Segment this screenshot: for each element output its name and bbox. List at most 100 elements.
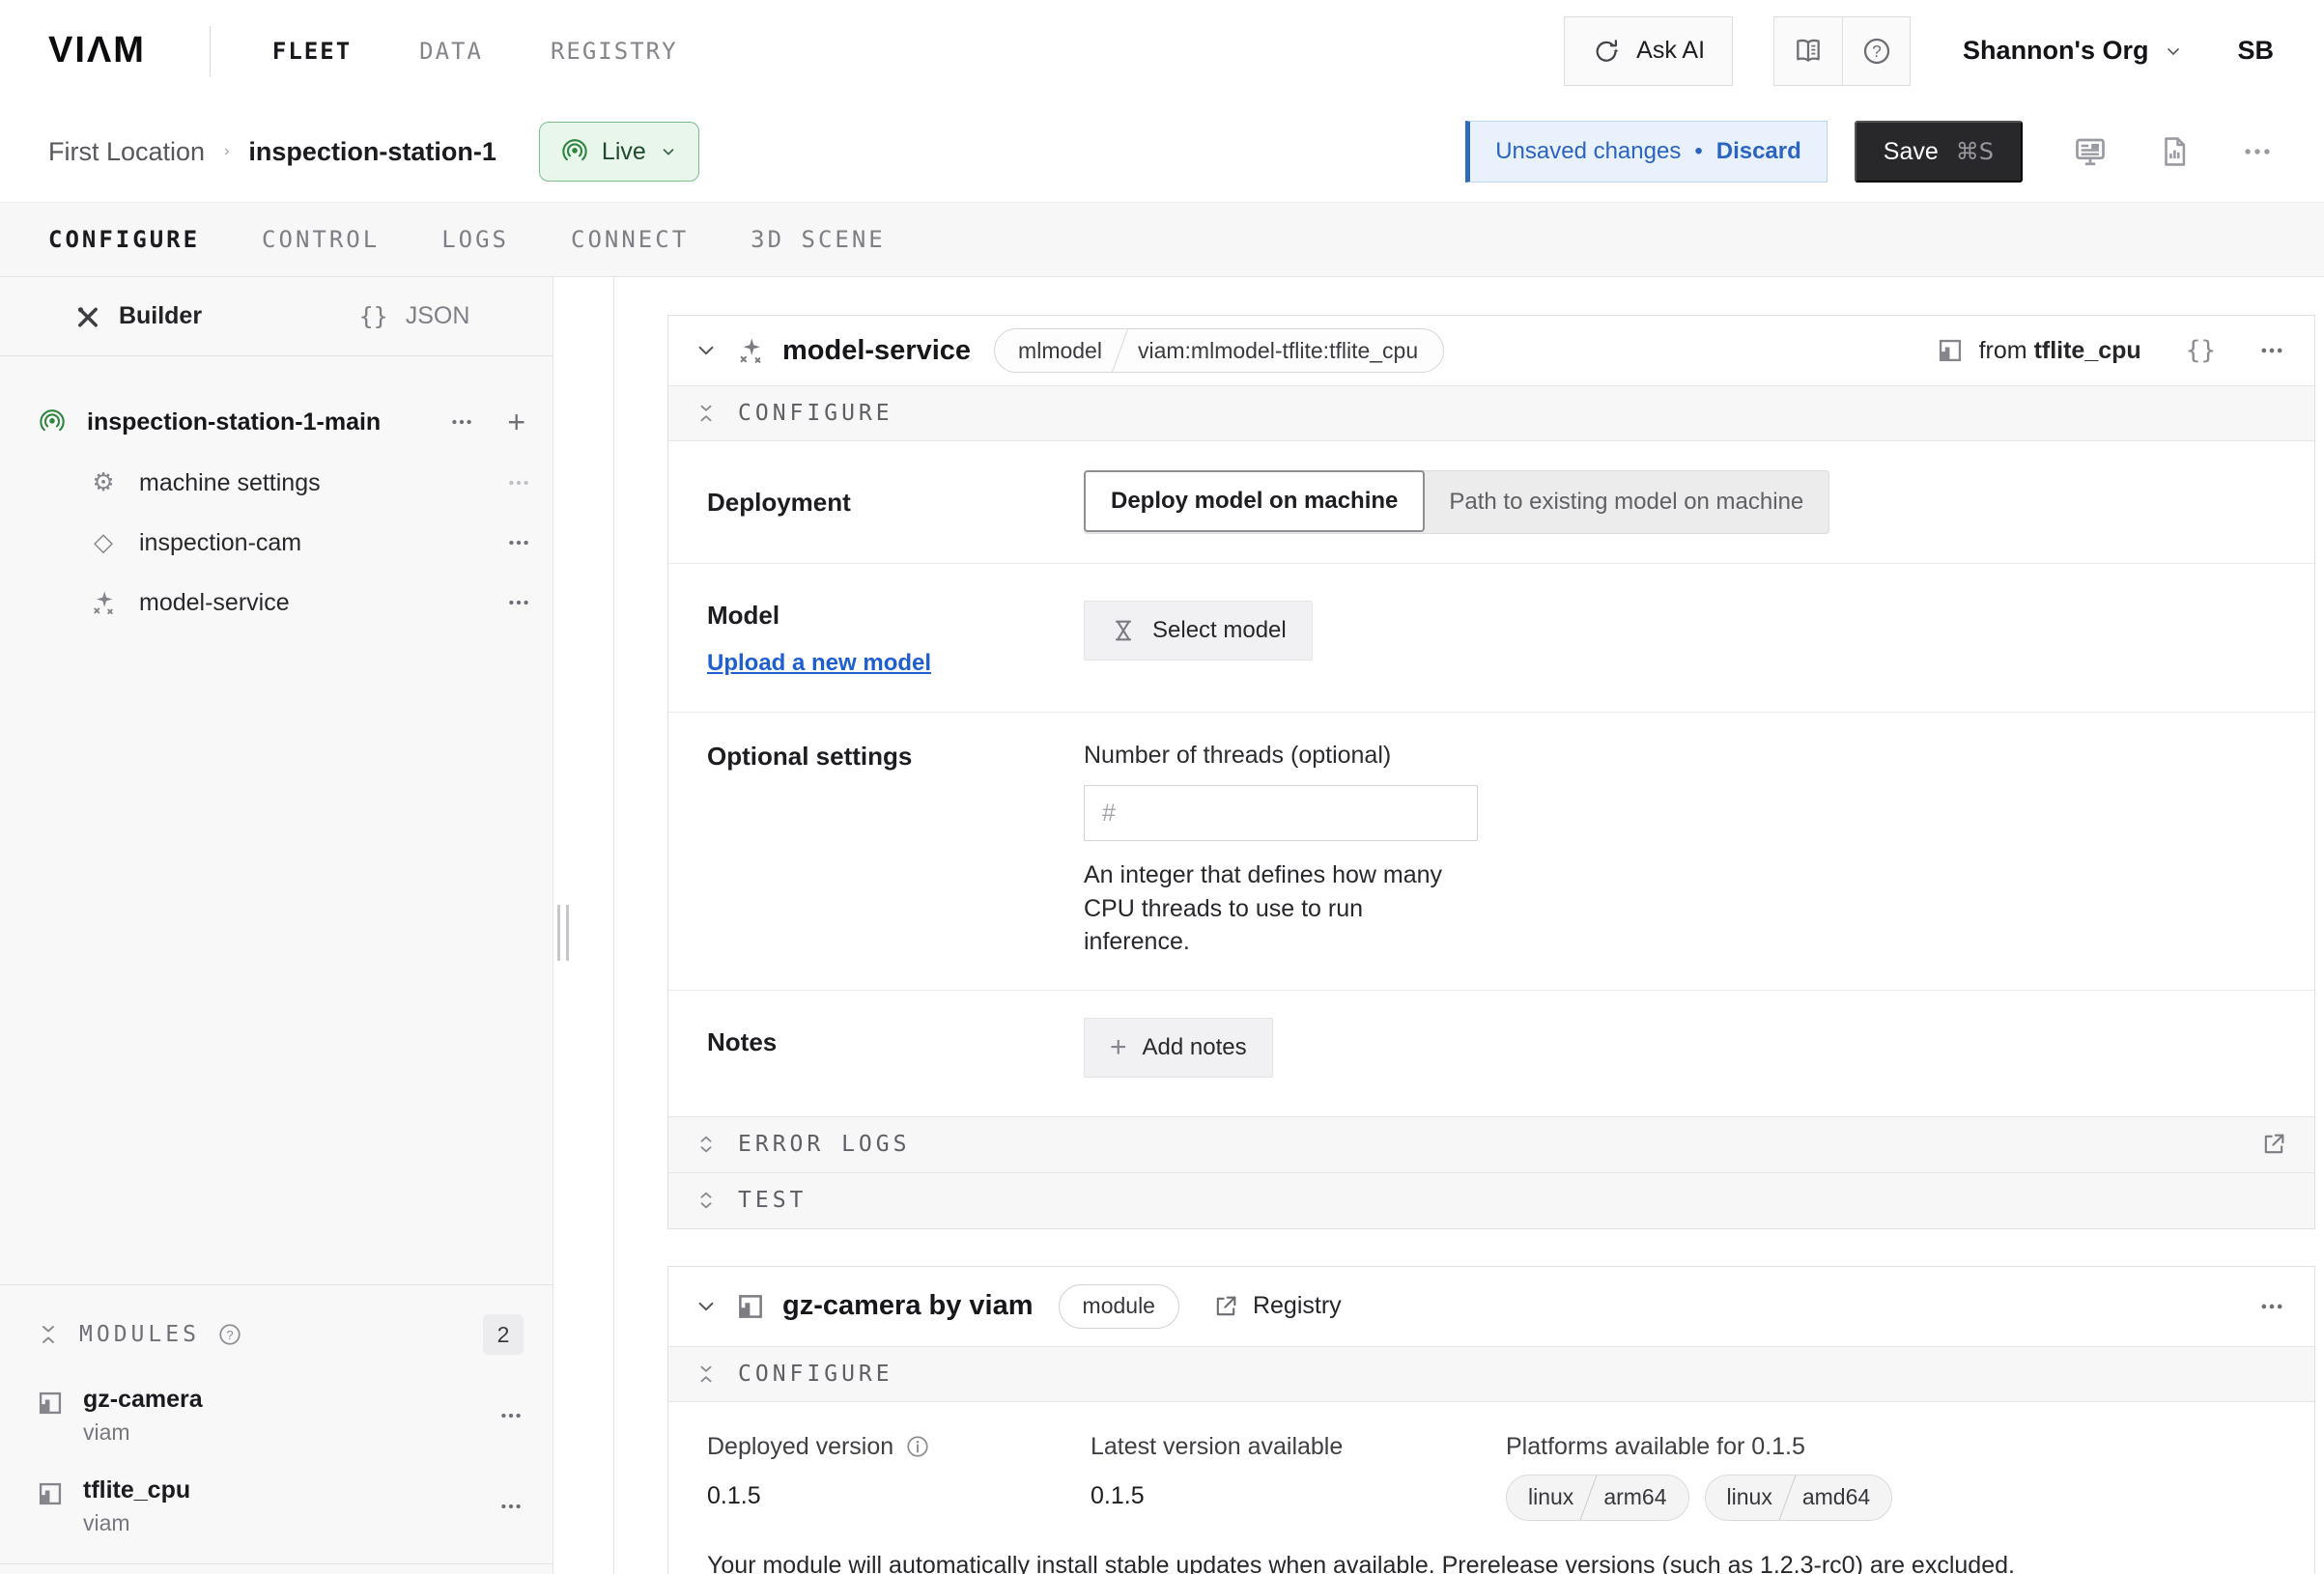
module-name: gz-camera by viam	[782, 1290, 1034, 1322]
latest-version-value: 0.1.5	[1091, 1482, 1506, 1510]
plus-icon: +	[1110, 1033, 1127, 1062]
camera-component-icon: ◇	[89, 530, 118, 555]
test-label: TEST	[738, 1188, 807, 1213]
module-item-tflite-cpu[interactable]: tflite_cpu viam	[37, 1476, 524, 1536]
view-json-button[interactable]: {}	[2186, 336, 2216, 365]
modules-count-badge: 2	[483, 1314, 524, 1355]
select-model-button[interactable]: Select model	[1084, 601, 1313, 661]
collapse-card-chevron[interactable]	[695, 340, 717, 361]
external-link-icon	[1212, 1293, 1239, 1320]
machine-more-menu[interactable]	[2241, 135, 2274, 168]
collapse-icon[interactable]	[37, 1323, 60, 1346]
expand-icon	[695, 1134, 717, 1155]
org-name: Shannon's Org	[1963, 36, 2148, 66]
tab-3d-scene[interactable]: 3D SCENE	[751, 226, 886, 253]
module-icon	[1937, 337, 1964, 364]
upload-model-link[interactable]: Upload a new model	[707, 650, 931, 677]
builder-mode-tab[interactable]: Builder	[0, 277, 276, 355]
deployed-version-value: 0.1.5	[707, 1482, 1091, 1510]
json-mode-tab[interactable]: {} JSON	[276, 277, 553, 355]
modules-help-icon[interactable]: ?	[217, 1322, 242, 1347]
model-label-block: Model Upload a new model	[707, 601, 1084, 677]
error-logs-section-bar[interactable]: ERROR LOGS	[668, 1116, 2314, 1172]
collapse-icon	[695, 403, 717, 424]
model-service-more-menu[interactable]	[506, 590, 531, 615]
notes-label: Notes	[707, 1018, 1084, 1078]
ask-ai-button[interactable]: Ask AI	[1564, 16, 1733, 86]
platform-pill-linux-amd64: linux amd64	[1705, 1475, 1893, 1521]
nav-fleet[interactable]: FLEET	[272, 38, 352, 65]
tree-item-inspection-cam[interactable]: ◇ inspection-cam	[39, 513, 531, 573]
module-byline: by viam	[929, 1290, 1034, 1321]
tab-configure[interactable]: CONFIGURE	[48, 226, 200, 253]
tab-connect[interactable]: CONNECT	[571, 226, 689, 253]
machine-status-dropdown[interactable]: Live	[539, 122, 699, 182]
collapse-card-chevron[interactable]	[695, 1296, 717, 1317]
configure-section-bar[interactable]: CONFIGURE	[668, 385, 2314, 441]
help-question-icon[interactable]: ?	[1842, 17, 1910, 85]
breadcrumb-separator: ›	[224, 143, 229, 160]
breadcrumb-location[interactable]: First Location	[48, 137, 205, 167]
nav-data[interactable]: DATA	[419, 38, 483, 65]
docs-book-icon[interactable]	[1774, 17, 1842, 85]
tab-control[interactable]: CONTROL	[262, 226, 380, 253]
tree-item-machine-settings[interactable]: ⚙ machine settings	[39, 453, 531, 513]
threads-input[interactable]	[1084, 785, 1478, 841]
user-avatar[interactable]: SB	[2237, 36, 2274, 66]
status-badge: Live	[602, 138, 646, 166]
gz-camera-module-card: gz-camera by viam module Registry	[667, 1266, 2315, 1574]
config-sidebar: Builder {} JSON inspection-station-1-mai…	[0, 277, 553, 1574]
machine-settings-more-menu[interactable]	[506, 470, 531, 495]
configure-section-bar[interactable]: CONFIGURE	[668, 1346, 2314, 1402]
tree-item-main-part[interactable]: inspection-station-1-main +	[39, 391, 531, 453]
gear-icon: ⚙	[89, 470, 118, 495]
nav-registry[interactable]: REGISTRY	[551, 38, 678, 65]
module-more-menu[interactable]	[2258, 1293, 2285, 1320]
service-name: model-service	[782, 335, 971, 367]
json-braces-icon: {}	[359, 302, 388, 330]
viam-logo[interactable]: VIΛM	[48, 30, 146, 71]
add-component-button[interactable]: +	[507, 407, 525, 437]
tab-logs[interactable]: LOGS	[441, 226, 509, 253]
registry-link[interactable]: Registry	[1212, 1292, 1342, 1320]
platform-pill-linux-arm64: linux arm64	[1506, 1475, 1689, 1521]
platforms-label: Platforms available for 0.1.5	[1506, 1433, 1805, 1461]
from-module-label: from tflite_cpu	[1979, 337, 2141, 365]
json-label: JSON	[406, 302, 470, 330]
tree-item-model-service[interactable]: model-service	[39, 573, 531, 632]
hourglass-model-icon	[1110, 617, 1137, 644]
module-item-gz-camera[interactable]: gz-camera viam	[37, 1386, 524, 1446]
test-section-bar[interactable]: TEST	[668, 1172, 2314, 1228]
modules-panel: MODULES ? 2 gz-camera viam	[0, 1284, 553, 1564]
org-switcher[interactable]: Shannon's Org	[1963, 36, 2183, 66]
unsaved-changes-banner: Unsaved changes • Discard	[1465, 121, 1828, 183]
inspection-cam-more-menu[interactable]	[506, 530, 531, 555]
save-button[interactable]: Save ⌘S	[1855, 121, 2023, 183]
gz-camera-more-menu[interactable]	[498, 1403, 524, 1428]
machine-report-icon[interactable]	[2158, 135, 2191, 168]
main-part-more-menu[interactable]	[449, 409, 474, 435]
service-more-menu[interactable]	[2258, 337, 2285, 364]
sidebar-drag-handle[interactable]	[557, 905, 569, 961]
discard-button[interactable]: Discard	[1716, 138, 1801, 165]
deployed-version-label: Deployed version	[707, 1433, 893, 1461]
collapse-icon	[695, 1363, 717, 1385]
external-link-icon[interactable]	[2260, 1131, 2287, 1158]
auto-update-note: Your module will automatically install s…	[707, 1548, 2030, 1574]
deploy-model-option[interactable]: Deploy model on machine	[1084, 470, 1425, 532]
configure-label: CONFIGURE	[738, 401, 893, 426]
info-icon[interactable]	[905, 1434, 930, 1459]
latest-version-label: Latest version available	[1091, 1433, 1343, 1461]
machine-bar: First Location › inspection-station-1 Li…	[0, 101, 2324, 202]
add-notes-button[interactable]: + Add notes	[1084, 1018, 1273, 1078]
module-icon	[37, 1480, 64, 1536]
ask-ai-label: Ask AI	[1636, 37, 1705, 65]
optional-settings-label: Optional settings	[707, 742, 1084, 959]
unsaved-changes-label: Unsaved changes	[1495, 138, 1681, 165]
tflite-cpu-more-menu[interactable]	[498, 1494, 524, 1519]
top-nav: VIΛM FLEET DATA REGISTRY Ask AI ? Shanno…	[0, 0, 2324, 101]
path-to-model-option[interactable]: Path to existing model on machine	[1424, 471, 1828, 533]
expand-icon	[695, 1190, 717, 1211]
threads-field-label: Number of threads (optional)	[1084, 742, 1478, 770]
machine-monitor-icon[interactable]	[2073, 134, 2108, 169]
